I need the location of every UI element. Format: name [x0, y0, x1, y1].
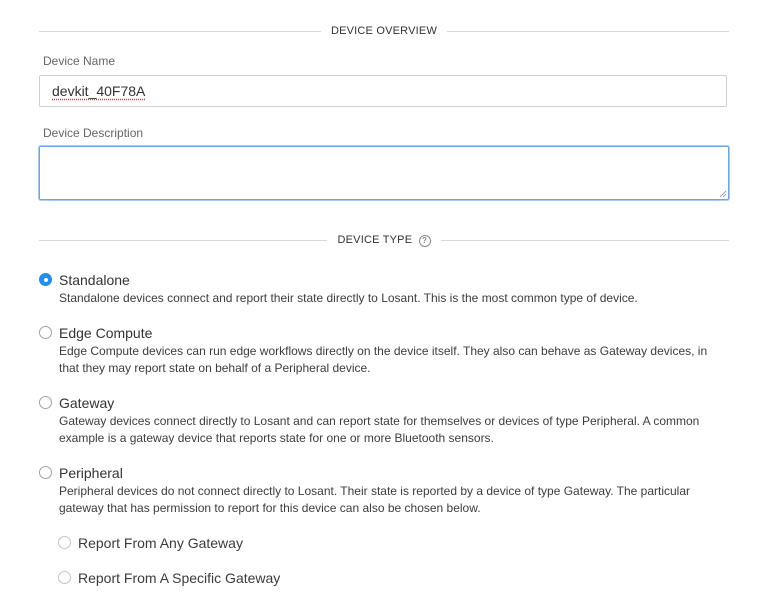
resize-grip-icon[interactable]: [719, 190, 727, 198]
device-name-input[interactable]: devkit_40F78A: [39, 75, 727, 107]
device-type-option-peripheral[interactable]: Peripheral Peripheral devices do not con…: [39, 464, 729, 519]
radio-any-gateway[interactable]: [58, 536, 71, 549]
radio-gateway[interactable]: [39, 396, 52, 409]
device-type-option-standalone[interactable]: Standalone Standalone devices connect an…: [39, 271, 729, 311]
option-description-edge-compute: Edge Compute devices can run edge workfl…: [59, 344, 708, 375]
device-overview-divider: DEVICE OVERVIEW: [39, 22, 729, 40]
device-type-option-edge-compute[interactable]: Edge Compute Edge Compute devices can ru…: [39, 324, 729, 379]
option-title-gateway: Gateway: [59, 395, 115, 411]
device-description-textarea[interactable]: [39, 146, 729, 200]
radio-standalone[interactable]: [39, 273, 52, 286]
option-title-peripheral: Peripheral: [59, 465, 123, 481]
radio-peripheral[interactable]: [39, 466, 52, 479]
option-description-gateway: Gateway devices connect directly to Losa…: [59, 414, 700, 445]
radio-specific-gateway[interactable]: [58, 571, 71, 584]
device-name-label: Device Name: [43, 54, 116, 68]
question-circle-icon[interactable]: ?: [418, 235, 431, 247]
device-type-option-gateway[interactable]: Gateway Gateway devices connect directly…: [39, 394, 729, 449]
peripheral-suboption-any-gateway[interactable]: Report From Any Gateway: [58, 534, 458, 554]
option-title-standalone: Standalone: [59, 272, 130, 288]
option-title-edge-compute: Edge Compute: [59, 325, 153, 341]
device-overview-heading: DEVICE OVERVIEW: [320, 25, 448, 37]
suboption-title-any-gateway: Report From Any Gateway: [78, 535, 243, 551]
peripheral-suboption-specific-gateway[interactable]: Report From A Specific Gateway: [58, 569, 458, 589]
suboption-title-specific-gateway: Report From A Specific Gateway: [78, 570, 281, 586]
device-type-divider: DEVICE TYPE ?: [39, 231, 729, 249]
radio-edge-compute[interactable]: [39, 326, 52, 339]
option-description-peripheral: Peripheral devices do not connect direct…: [59, 484, 691, 515]
device-name-value: devkit_40F78A: [52, 83, 146, 99]
device-type-heading: DEVICE TYPE: [337, 234, 413, 246]
device-description-label: Device Description: [43, 126, 144, 140]
option-description-standalone: Standalone devices connect and report th…: [59, 291, 638, 305]
